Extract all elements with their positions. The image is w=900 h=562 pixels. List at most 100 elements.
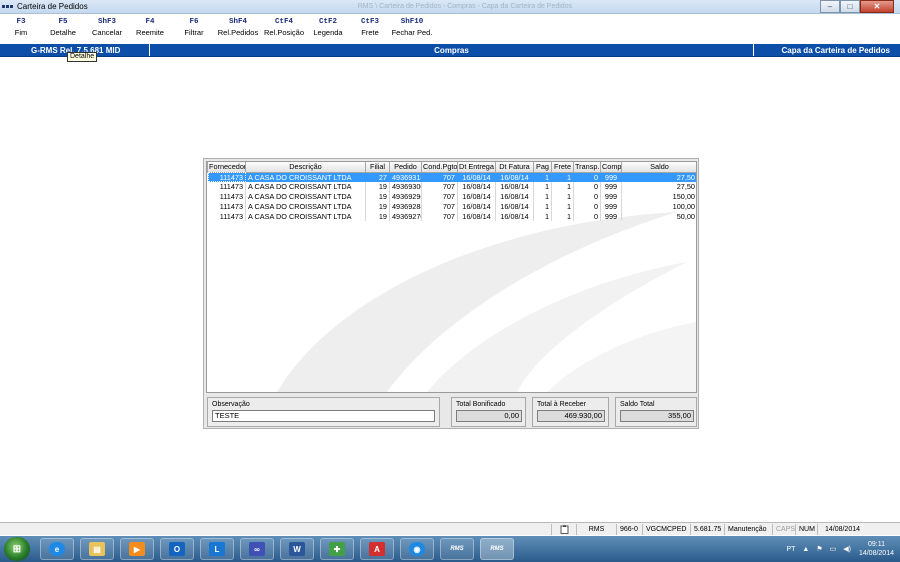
legenda-label: Legenda [313, 28, 343, 37]
cell-dt-fatura: 16/08/14 [495, 201, 534, 212]
col-descricao[interactable]: Descrição [245, 162, 366, 173]
table-row[interactable]: 111473 A CASA DO CROISSANT LTDA 19 49369… [207, 201, 696, 212]
function-key-toolbar: F3 Fim F5 Detalhe ShF3 Cancelar F4 Reemi… [0, 15, 900, 43]
col-fornecedor[interactable]: Fornecedor [207, 162, 246, 173]
status-version: 5.681.75 [690, 523, 724, 535]
fim-key: F3 [16, 18, 26, 26]
col-dt-fatura[interactable]: Dt Fatura [495, 162, 534, 173]
col-cond-pgto[interactable]: Cond.Pgto [421, 162, 458, 173]
rms-2-icon[interactable]: RMS [480, 538, 514, 560]
network-app-icon[interactable]: ◉ [400, 538, 434, 560]
cell-transp: 0 [573, 181, 601, 192]
cell-fornecedor: 111473 [207, 172, 246, 182]
rel-pedidos-button[interactable]: ShF4 Rel.Pedidos [214, 15, 262, 42]
fim-label: Fim [14, 28, 28, 37]
start-button[interactable]: ⊞ [4, 537, 30, 561]
rel-posicao-button[interactable]: CtF4 Rel.Posição [262, 15, 306, 42]
tray-network-icon[interactable]: ▭ [830, 545, 837, 553]
fechar-ped-key: ShF10 [400, 18, 424, 26]
file-explorer-glyph: ▤ [89, 542, 105, 556]
col-frete[interactable]: Frete [551, 162, 574, 173]
table-row[interactable]: 111473 A CASA DO CROISSANT LTDA 19 49369… [207, 181, 696, 192]
frete-key: CtF3 [360, 18, 379, 26]
orders-grid[interactable]: Fornecedor Descrição Filial Pedido Cond.… [206, 161, 697, 393]
cell-transp: 0 [573, 191, 601, 202]
table-row[interactable]: 111473 A CASA DO CROISSANT LTDA 27 49369… [207, 172, 696, 182]
cell-pedido: 49369270 [389, 211, 422, 221]
total-receber-group: Total à Receber 469.930,00 [532, 397, 609, 427]
cell-dt-fatura: 16/08/14 [495, 172, 534, 182]
cell-dt-entrega: 16/08/14 [457, 172, 496, 182]
frete-button[interactable]: CtF3 Frete [350, 15, 390, 42]
cell-dt-entrega: 16/08/14 [457, 201, 496, 212]
filtrar-button[interactable]: F6 Filtrar [174, 15, 214, 42]
cell-saldo: 100,00 [621, 201, 696, 212]
file-explorer-icon[interactable]: ▤ [80, 538, 114, 560]
legenda-button[interactable]: CtF2 Legenda [306, 15, 350, 42]
clock[interactable]: 09:11 14/08/2014 [859, 540, 894, 558]
col-dt-entrega[interactable]: Dt Entrega [457, 162, 496, 173]
table-row[interactable]: 111473 A CASA DO CROISSANT LTDA 19 49369… [207, 211, 696, 221]
cell-dt-fatura: 16/08/14 [495, 191, 534, 202]
frete-label: Frete [361, 28, 379, 37]
detalhe-key: F5 [58, 18, 68, 26]
col-pedido[interactable]: Pedido [389, 162, 422, 173]
col-comp[interactable]: Comp [600, 162, 622, 173]
internet-explorer-glyph: e [49, 542, 65, 556]
status-num: NUM [795, 523, 817, 535]
col-pag[interactable]: Pag [533, 162, 552, 173]
observacao-field[interactable]: TESTE [212, 410, 435, 422]
status-program: VGCMCPED [642, 523, 690, 535]
fim-button[interactable]: F3 Fim [4, 15, 38, 42]
total-bonificado-label: Total Bonificado [456, 401, 506, 408]
acrobat-icon[interactable]: A [360, 538, 394, 560]
table-row[interactable]: 111473 A CASA DO CROISSANT LTDA 19 49369… [207, 191, 696, 202]
cell-cond-pgto: 707 [421, 191, 458, 202]
installer-icon[interactable]: ✚ [320, 538, 354, 560]
cancelar-button[interactable]: ShF3 Cancelar [88, 15, 126, 42]
cell-dt-fatura: 16/08/14 [495, 211, 534, 221]
observacao-group: Observação TESTE [207, 397, 440, 427]
minimize-button[interactable]: – [820, 0, 840, 13]
language-indicator[interactable]: PT [786, 546, 795, 553]
rel-posicao-label: Rel.Posição [263, 28, 305, 37]
rel-posicao-key: CtF4 [274, 18, 293, 26]
tray-flag-icon[interactable]: ⚑ [816, 545, 822, 553]
cell-fornecedor: 111473 [207, 191, 246, 202]
lync-glyph: L [209, 542, 225, 556]
reemite-key: F4 [145, 18, 155, 26]
cell-transp: 0 [573, 201, 601, 212]
cell-cond-pgto: 707 [421, 172, 458, 182]
cell-cond-pgto: 707 [421, 181, 458, 192]
cell-comp: 999 [600, 211, 622, 221]
cancelar-label: Cancelar [91, 28, 122, 37]
total-receber-label: Total à Receber [537, 401, 587, 408]
fechar-ped-button[interactable]: ShF10 Fechar Ped. [390, 15, 434, 42]
cell-frete: 1 [551, 172, 574, 182]
cell-comp: 999 [600, 172, 622, 182]
detalhe-button[interactable]: F5 Detalhe [38, 15, 88, 42]
tray-volume-icon[interactable]: ◀) [843, 545, 851, 553]
outlook-glyph: O [169, 542, 185, 556]
cell-fornecedor: 111473 [207, 211, 246, 221]
lync-icon[interactable]: L [200, 538, 234, 560]
rms-1-icon[interactable]: RMS [440, 538, 474, 560]
outlook-icon[interactable]: O [160, 538, 194, 560]
cell-cond-pgto: 707 [421, 211, 458, 221]
internet-explorer-icon[interactable]: e [40, 538, 74, 560]
close-button[interactable]: ✕ [860, 0, 894, 13]
col-filial[interactable]: Filial [365, 162, 390, 173]
cell-dt-fatura: 16/08/14 [495, 181, 534, 192]
reemite-button[interactable]: F4 Reemite [126, 15, 174, 42]
maximize-button[interactable]: □ [840, 0, 860, 13]
media-player-icon[interactable]: ▶ [120, 538, 154, 560]
link-app-icon[interactable]: ∞ [240, 538, 274, 560]
total-bonificado-value: 0,00 [456, 410, 522, 422]
word-icon[interactable]: W [280, 538, 314, 560]
tray-arrow-icon[interactable]: ▲ [802, 546, 809, 553]
status-bar: RMS 966-0 VGCMCPED 5.681.75 Manutenção C… [0, 522, 900, 535]
cell-descricao: A CASA DO CROISSANT LTDA [245, 211, 366, 221]
cell-transp: 0 [573, 172, 601, 182]
col-saldo[interactable]: Saldo [621, 162, 696, 173]
col-transp[interactable]: Transp. [573, 162, 601, 173]
